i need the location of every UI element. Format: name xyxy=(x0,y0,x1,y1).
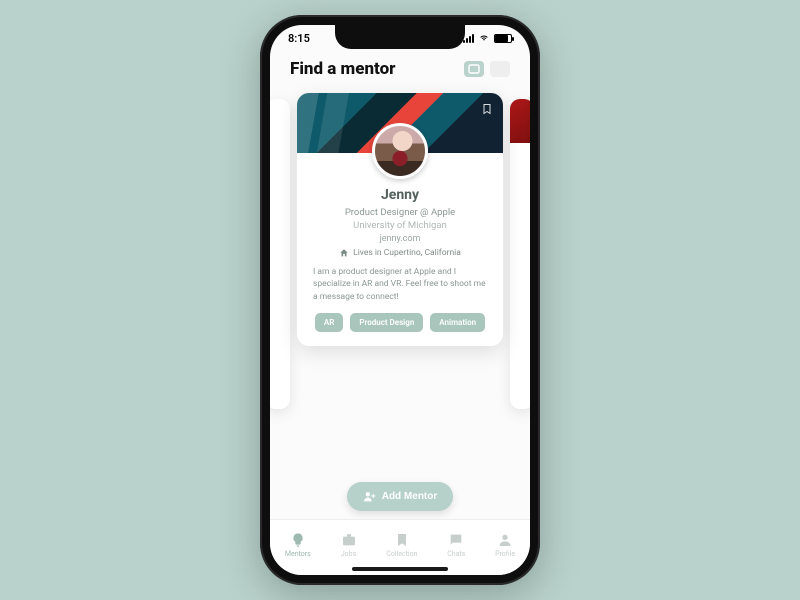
screen: 8:15 Find a mentor xyxy=(270,25,530,575)
home-indicator[interactable] xyxy=(352,567,448,571)
mentor-card[interactable]: Jenny Product Designer @ Apple Universit… xyxy=(297,93,503,346)
tab-jobs-label: Jobs xyxy=(341,550,356,558)
mentor-location-text: Lives in Cupertino, California xyxy=(353,248,461,258)
mentor-bio: I am a product designer at Apple and I s… xyxy=(311,266,489,313)
tab-chats[interactable]: Chats xyxy=(447,532,465,558)
tag-ar[interactable]: AR xyxy=(315,313,343,332)
page-header: Find a mentor xyxy=(270,51,530,89)
mentor-location: Lives in Cupertino, California xyxy=(311,248,489,258)
add-mentor-row: Add Mentor xyxy=(270,468,530,519)
tab-jobs[interactable]: Jobs xyxy=(341,532,357,558)
tab-collection-label: Collection xyxy=(386,550,417,558)
bookmark-icon[interactable] xyxy=(481,101,493,120)
add-mentor-label: Add Mentor xyxy=(382,491,438,502)
tab-chats-label: Chats xyxy=(447,550,465,558)
status-time: 8:15 xyxy=(288,32,310,45)
add-person-icon xyxy=(363,490,376,503)
card-body: Jenny Product Designer @ Apple Universit… xyxy=(297,153,503,346)
content-area: Jenny Product Designer @ Apple Universit… xyxy=(270,89,530,468)
add-mentor-button[interactable]: Add Mentor xyxy=(347,482,454,511)
home-icon xyxy=(339,248,349,258)
prev-card-peek[interactable] xyxy=(270,99,290,409)
wifi-icon xyxy=(478,34,490,43)
tag-row: AR Product Design Animation xyxy=(311,313,489,332)
avatar xyxy=(372,123,428,179)
lightbulb-icon xyxy=(290,532,306,548)
mentor-name: Jenny xyxy=(311,187,489,203)
tag-animation[interactable]: Animation xyxy=(430,313,485,332)
card-view-button[interactable] xyxy=(464,61,484,77)
mentor-website: jenny.com xyxy=(311,234,489,244)
next-card-peek[interactable] xyxy=(510,99,530,409)
mentor-university: University of Michigan xyxy=(311,220,489,231)
list-view-button[interactable] xyxy=(490,61,510,77)
tab-mentors[interactable]: Mentors xyxy=(285,532,311,558)
bookmark-tab-icon xyxy=(394,532,410,548)
tab-collection[interactable]: Collection xyxy=(386,532,417,558)
view-toggle xyxy=(464,61,510,77)
card-view-icon xyxy=(468,64,480,74)
tab-profile-label: Profile xyxy=(495,550,515,558)
page-title: Find a mentor xyxy=(290,59,396,79)
tab-profile[interactable]: Profile xyxy=(495,532,515,558)
status-right xyxy=(463,34,512,43)
mentor-role: Product Designer @ Apple xyxy=(311,207,489,218)
battery-icon xyxy=(494,34,512,43)
tag-product-design[interactable]: Product Design xyxy=(350,313,423,332)
notch xyxy=(335,25,465,49)
chat-icon xyxy=(448,532,464,548)
phone-frame: 8:15 Find a mentor xyxy=(260,15,540,585)
tab-mentors-label: Mentors xyxy=(285,550,311,558)
person-icon xyxy=(497,532,513,548)
briefcase-icon xyxy=(341,532,357,548)
